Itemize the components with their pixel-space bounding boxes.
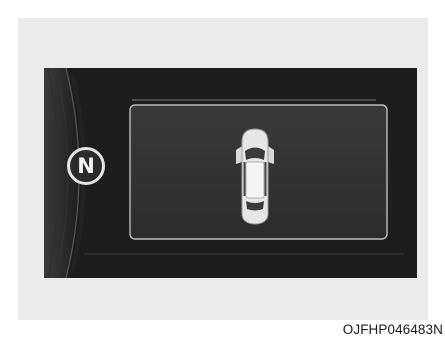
figure-code-label: OJFHP046483N	[342, 322, 443, 337]
instrument-cluster-display: N	[44, 68, 417, 278]
car-top-view-doors-open-icon	[236, 128, 274, 225]
gear-indicator-badge: N	[67, 147, 105, 185]
